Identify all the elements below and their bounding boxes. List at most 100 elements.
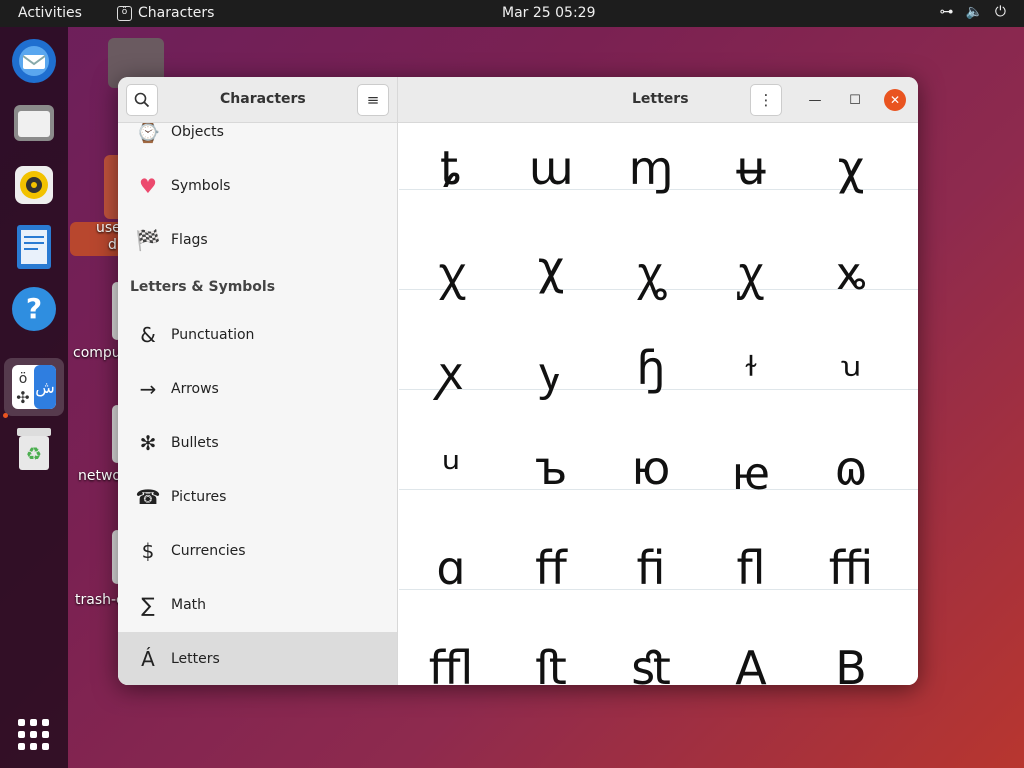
power-icon: ⏻ — [994, 4, 1006, 20]
close-button[interactable]: ✕ — [884, 89, 906, 111]
character-cell[interactable]: B — [801, 641, 901, 685]
search-button[interactable] — [126, 84, 158, 116]
sidebar-title: Characters — [220, 91, 306, 107]
character-cell[interactable]: ꭚ — [501, 341, 601, 403]
characters-app-icon: ö — [117, 5, 132, 21]
network-icon: ⊶ — [939, 4, 954, 20]
character-cell[interactable]: ﬄ — [401, 641, 501, 685]
character-cell[interactable]: ɷ — [801, 441, 901, 495]
character-cell[interactable]: ﬂ — [701, 541, 801, 595]
arrow-icon: → — [139, 377, 157, 401]
sidebar-item-flags[interactable]: 🏁 Flags — [118, 213, 397, 267]
character-cell[interactable]: ﬆ — [601, 641, 701, 685]
category-sidebar: ⌚ Objects ♥ Symbols 🏁 Flags Letters & Sy… — [118, 123, 398, 685]
character-cell[interactable]: χ — [501, 241, 601, 295]
writer-icon — [17, 225, 51, 269]
sidebar-item-label: Pictures — [171, 489, 227, 505]
character-cell[interactable]: ъ — [501, 441, 601, 495]
sidebar-item-pictures[interactable]: ☎ Pictures — [118, 470, 397, 524]
sidebar-item-objects[interactable]: ⌚ Objects — [118, 123, 397, 159]
character-cell[interactable]: ȶ — [401, 141, 501, 195]
character-cell[interactable]: ɧ — [601, 341, 701, 395]
files-icon — [14, 105, 54, 141]
system-tray[interactable]: ⊶ 🔈 ⏻ — [939, 4, 1006, 20]
character-cell[interactable]: ɑ — [401, 541, 501, 595]
activities-button[interactable]: Activities — [18, 5, 82, 21]
main-menu-button[interactable]: ≡ — [357, 84, 389, 116]
thunderbird-icon — [12, 39, 56, 83]
maximize-button[interactable]: ☐ — [844, 89, 866, 111]
character-cell[interactable]: ʉ — [701, 141, 801, 195]
dollar-icon: $ — [141, 539, 155, 563]
help-icon: ? — [12, 287, 56, 331]
content-title: Letters — [632, 91, 689, 107]
sidebar-item-label: Symbols — [171, 178, 231, 194]
rhythmbox-icon — [15, 166, 53, 204]
sidebar-header: Characters ≡ — [118, 77, 398, 123]
character-cell[interactable]: ꭕ — [701, 241, 801, 303]
sidebar-item-punctuation[interactable]: & Punctuation — [118, 308, 397, 362]
dock-thunderbird[interactable] — [10, 37, 58, 85]
show-apps-button[interactable] — [18, 719, 50, 751]
checkered-flag-icon: 🏁 — [135, 228, 161, 252]
dock-rhythmbox[interactable] — [10, 161, 58, 209]
running-indicator — [3, 413, 8, 418]
character-cell[interactable]: ꭟ — [801, 341, 901, 403]
sidebar-item-label: Letters — [171, 651, 220, 667]
character-cell[interactable]: ꭡ — [701, 441, 801, 503]
dock-libreoffice-writer[interactable] — [10, 223, 58, 271]
app-menu[interactable]: ö Characters — [117, 5, 214, 21]
sidebar-item-bullets[interactable]: ✻ Bullets — [118, 416, 397, 470]
desktop-label: netwo — [78, 468, 121, 484]
section-header: Letters & Symbols — [130, 279, 276, 295]
character-cell[interactable]: ꭔ — [601, 241, 701, 303]
dock-trash[interactable]: ♻ — [10, 425, 58, 473]
character-cell[interactable]: ꭓ — [401, 241, 501, 303]
svg-text:✣: ✣ — [16, 388, 29, 407]
search-icon — [134, 92, 150, 108]
minimize-icon: — — [808, 92, 822, 108]
character-cell[interactable]: ю — [601, 441, 701, 495]
character-cell[interactable]: ﬃ — [801, 541, 901, 595]
options-menu-button[interactable]: ⋮ — [750, 84, 782, 116]
sidebar-item-currencies[interactable]: $ Currencies — [118, 524, 397, 578]
dock-help[interactable]: ? — [10, 285, 58, 333]
dock-files[interactable] — [10, 99, 58, 147]
character-cell[interactable]: ɯ — [501, 141, 601, 195]
desktop-label: trash-c — [75, 592, 124, 608]
letter-a-acute-icon: Á — [141, 647, 155, 671]
telephone-icon: ☎ — [135, 485, 161, 509]
character-cell[interactable]: ﬀ — [501, 541, 601, 595]
maximize-icon: ☐ — [849, 92, 861, 108]
character-cell[interactable]: χ — [801, 141, 901, 195]
dock-characters[interactable]: ö ✣ ش — [4, 358, 64, 416]
app-menu-label: Characters — [138, 5, 215, 21]
close-icon: ✕ — [889, 93, 901, 107]
sidebar-item-label: Objects — [171, 124, 224, 140]
character-cell[interactable]: ꭗ — [401, 341, 501, 403]
ampersand-icon: & — [140, 323, 156, 347]
vertical-dots-icon: ⋮ — [758, 91, 774, 109]
watch-icon: ⌚ — [135, 123, 161, 144]
trash-icon: ♻ — [17, 428, 51, 470]
clock[interactable]: Mar 25 05:29 — [502, 5, 595, 21]
character-cell[interactable]: ꭖ — [801, 241, 901, 303]
sidebar-item-math[interactable]: ∑ Math — [118, 578, 397, 632]
character-cell[interactable]: A — [701, 641, 801, 685]
sidebar-item-label: Arrows — [171, 381, 219, 397]
character-cell[interactable]: ɱ — [601, 141, 701, 195]
character-cell[interactable]: ﬁ — [601, 541, 701, 595]
sidebar-item-arrows[interactable]: → Arrows — [118, 362, 397, 416]
minimize-button[interactable]: — — [804, 89, 826, 111]
sidebar-item-label: Currencies — [171, 543, 246, 559]
character-cell[interactable]: ᵘ — [401, 441, 501, 495]
sidebar-item-symbols[interactable]: ♥ Symbols — [118, 159, 397, 213]
desktop-label: d — [108, 237, 117, 253]
dock: ? ö ✣ ش ♻ — [0, 27, 68, 768]
character-cell[interactable]: ﬅ — [501, 641, 601, 685]
character-cell[interactable]: ꭞ — [701, 341, 801, 403]
desktop-label: compu — [73, 345, 121, 361]
heart-icon: ♥ — [139, 174, 157, 198]
svg-text:?: ? — [26, 292, 42, 325]
sidebar-item-letters[interactable]: Á Letters — [118, 632, 397, 685]
